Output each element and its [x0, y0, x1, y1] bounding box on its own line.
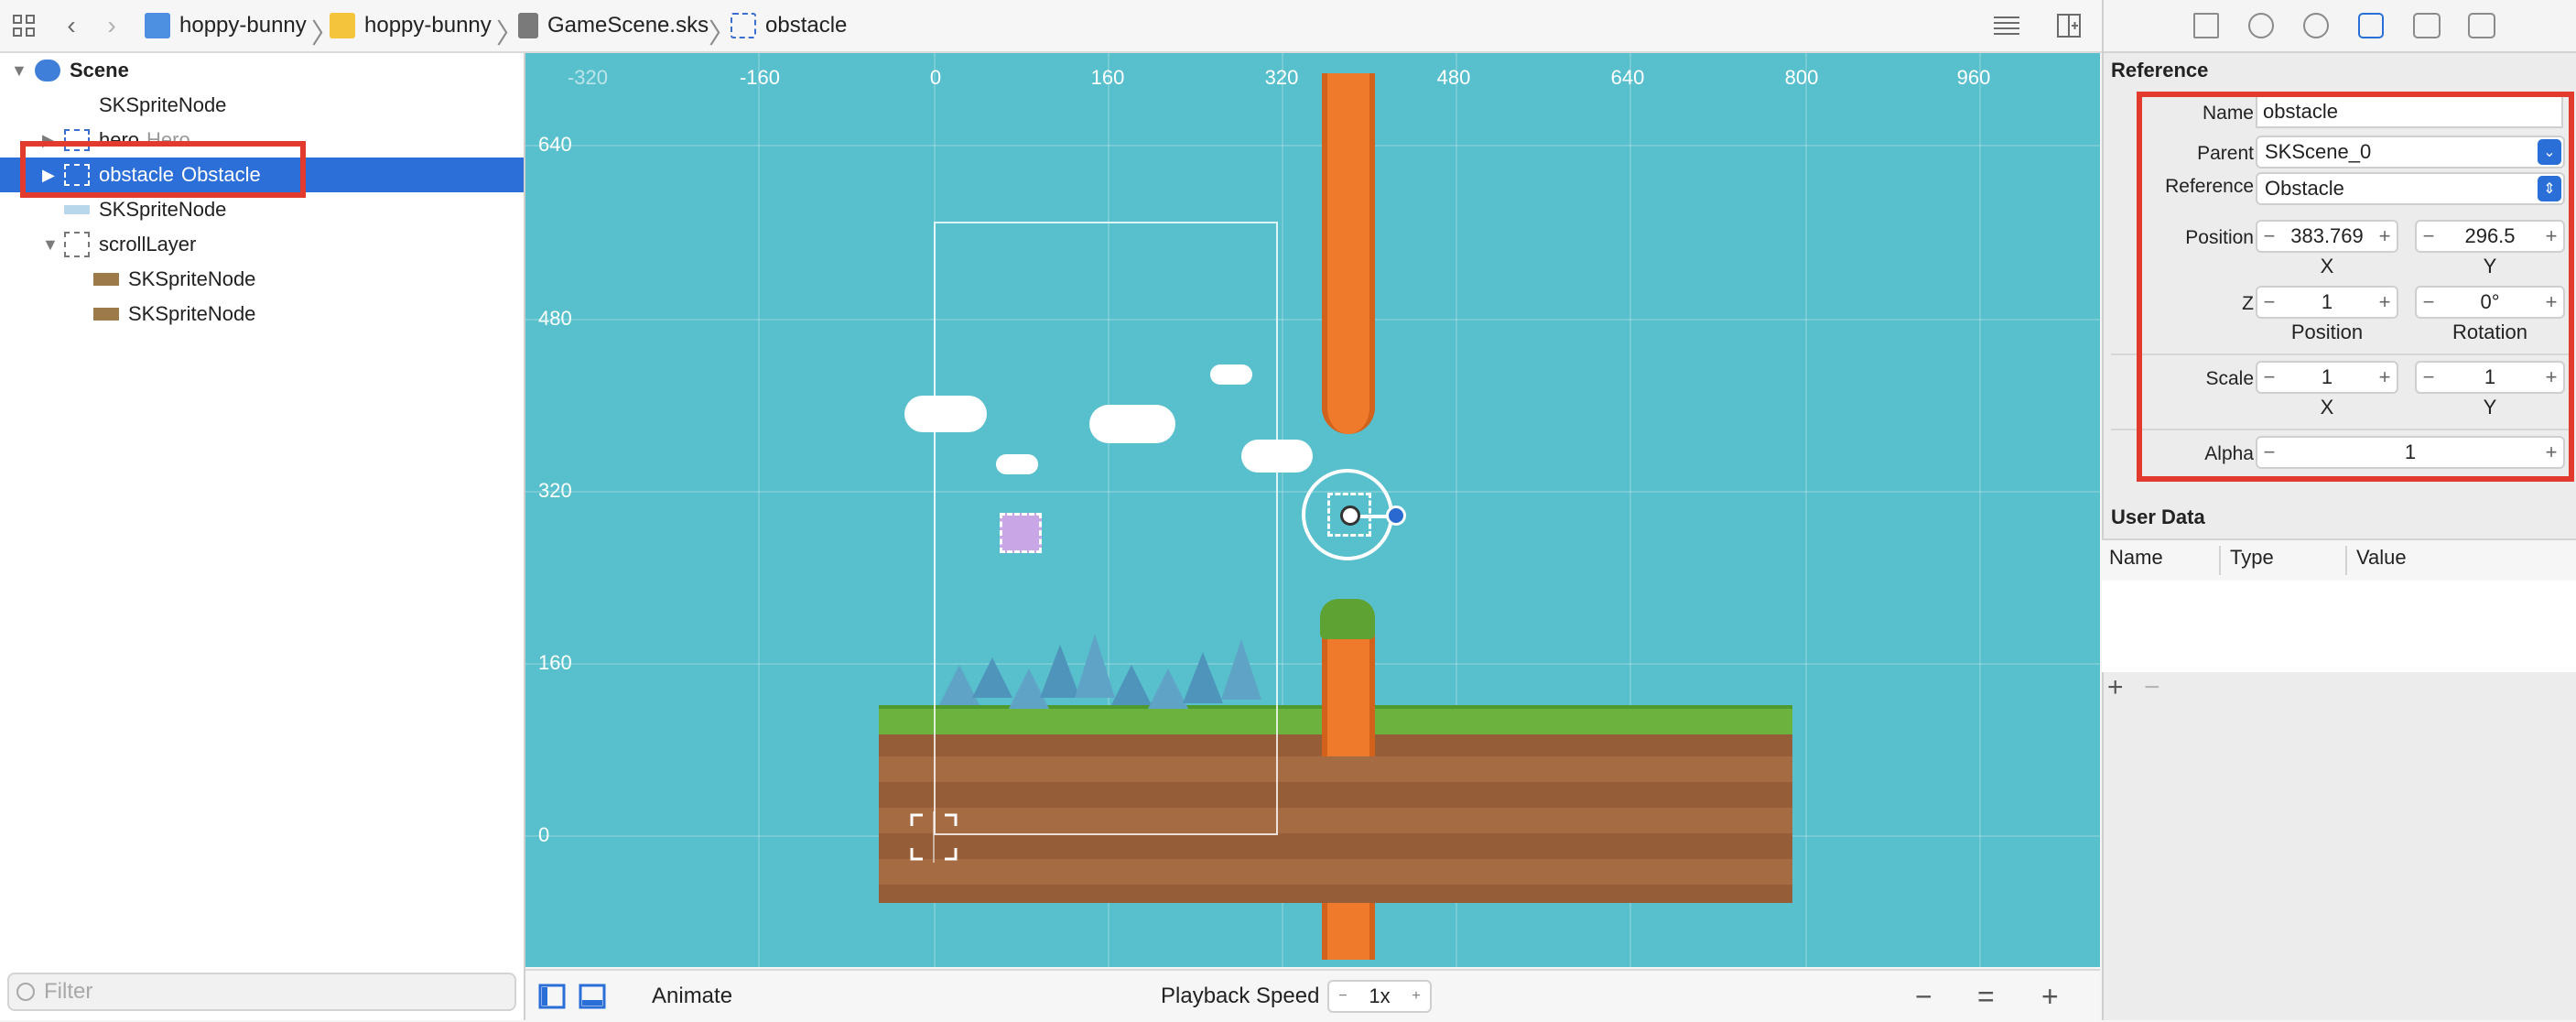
- add-editor-icon[interactable]: [2052, 9, 2085, 42]
- breadcrumb-label: hoppy-bunny: [364, 13, 492, 38]
- column-value[interactable]: Value: [2356, 546, 2407, 570]
- hero-sprite[interactable]: [1000, 513, 1042, 553]
- editor-options-icon[interactable]: [1988, 9, 2025, 42]
- x-tick-label: -160: [739, 66, 781, 89]
- toggle-navigator-icon[interactable]: [538, 971, 566, 1022]
- nav-item-scene[interactable]: ▼ Scene: [0, 53, 524, 88]
- scene-bottom-bar: Animate Playback Speed − 1x + − = +: [525, 969, 2100, 1022]
- zoom-fit-button[interactable]: =: [1977, 971, 1995, 1022]
- attributes-inspector-icon[interactable]: [2358, 13, 2384, 38]
- breadcrumb-label: obstacle: [765, 13, 848, 38]
- animate-button[interactable]: Animate: [652, 971, 732, 1022]
- x-tick-label: 480: [1436, 66, 1471, 89]
- filter-icon: [16, 983, 35, 1001]
- y-tick-label: 320: [538, 479, 572, 502]
- column-name[interactable]: Name: [2109, 546, 2163, 570]
- y-tick-label: 0: [538, 823, 550, 846]
- column-type[interactable]: Type: [2230, 546, 2274, 570]
- filter-placeholder: Filter: [44, 979, 93, 1004]
- history-icon[interactable]: [2248, 13, 2274, 38]
- playback-speed-value: 1x: [1369, 984, 1391, 1007]
- playback-speed-stepper[interactable]: − 1x +: [1327, 980, 1432, 1013]
- scene-icon: [35, 60, 60, 82]
- breadcrumb-file[interactable]: GameScene.sks: [518, 0, 709, 51]
- scene-canvas[interactable]: -320 -160 0 160 320 480 640 800 960 640 …: [525, 53, 2100, 967]
- nav-item-sprite[interactable]: SKSpriteNode: [0, 88, 524, 123]
- annotation-highlight: [20, 141, 306, 198]
- gizmo-center[interactable]: [1340, 506, 1360, 526]
- sprite-thumbnail-icon: [93, 308, 119, 321]
- carrot-bottom-sprite: [1322, 903, 1375, 960]
- x-tick-label: 160: [1090, 66, 1125, 89]
- scene-bounds: [934, 222, 1278, 835]
- user-data-table-header: Name Type Value: [2102, 538, 2576, 582]
- project-icon: [145, 13, 170, 38]
- breadcrumb-node[interactable]: obstacle: [731, 0, 847, 51]
- disclosure-open-icon[interactable]: ▼: [42, 235, 59, 255]
- custom-class-icon[interactable]: [2413, 13, 2441, 38]
- file-inspector-icon[interactable]: [2193, 13, 2219, 38]
- camera-icon: [910, 811, 958, 863]
- x-tick-label: 0: [929, 66, 942, 89]
- node-icon: [64, 232, 90, 257]
- breadcrumb-label: hoppy-bunny: [179, 13, 307, 38]
- forward-icon[interactable]: ›: [95, 9, 128, 42]
- disclosure-open-icon[interactable]: ▼: [11, 61, 27, 81]
- playback-speed-label: Playback Speed: [1161, 984, 1320, 1008]
- filter-field[interactable]: Filter: [7, 973, 516, 1011]
- nav-item-label: SKSpriteNode: [128, 267, 256, 290]
- y-tick-label: 480: [538, 307, 572, 330]
- increment-button[interactable]: +: [1402, 988, 1430, 1005]
- sprite-thumbnail-icon: [64, 205, 90, 214]
- reference-node-icon: [731, 13, 756, 38]
- x-tick-label: 800: [1784, 66, 1819, 89]
- y-tick-label: 640: [538, 133, 572, 156]
- nav-item-label: SKSpriteNode: [128, 302, 256, 325]
- gizmo-handle[interactable]: [1386, 506, 1406, 526]
- breadcrumb-folder[interactable]: hoppy-bunny: [330, 0, 492, 51]
- x-tick-label: -320: [567, 66, 609, 89]
- size-inspector-icon[interactable]: [2468, 13, 2495, 38]
- help-icon[interactable]: [2303, 13, 2329, 38]
- scene-file-icon: [518, 13, 538, 38]
- nav-item-label: Scene: [70, 59, 129, 82]
- grid-icon[interactable]: [7, 9, 40, 42]
- carrot-top-sprite[interactable]: [1322, 73, 1375, 434]
- user-data-table[interactable]: [2102, 581, 2576, 672]
- editor-toolbar: ‹ › hoppy-bunny 〉 hoppy-bunny 〉 GameScen…: [0, 0, 2102, 53]
- back-icon[interactable]: ‹: [55, 9, 88, 42]
- nav-item-label: SKSpriteNode: [99, 93, 227, 116]
- x-tick-label: 960: [1956, 66, 1991, 89]
- remove-user-data-button[interactable]: −: [2144, 672, 2160, 703]
- nav-item-label: scrollLayer: [99, 233, 197, 256]
- x-tick-label: 640: [1610, 66, 1645, 89]
- sprite-thumbnail-icon: [93, 273, 119, 286]
- nav-item-sprite[interactable]: SKSpriteNode: [0, 297, 524, 332]
- nav-item-label: SKSpriteNode: [99, 198, 227, 221]
- breadcrumb-project[interactable]: hoppy-bunny: [145, 0, 307, 51]
- annotation-highlight: [2137, 92, 2574, 482]
- scene-navigator: ▼ Scene SKSpriteNode ▶ hero Hero ▶ obstac…: [0, 53, 525, 1020]
- decrement-button[interactable]: −: [1329, 988, 1357, 1005]
- user-data-title: User Data: [2111, 506, 2205, 528]
- folder-icon: [330, 13, 355, 38]
- y-tick-label: 160: [538, 651, 572, 674]
- zoom-out-button[interactable]: −: [1915, 971, 1932, 1022]
- section-title: Reference: [2111, 59, 2209, 82]
- nav-item-sprite[interactable]: SKSpriteNode: [0, 262, 524, 297]
- inspector-tabs: [2104, 0, 2576, 53]
- toggle-action-editor-icon[interactable]: [579, 971, 606, 1022]
- carrot-leaves: [1320, 599, 1375, 639]
- nav-item-scrolllayer[interactable]: ▼ scrollLayer: [0, 227, 524, 262]
- x-tick-label: 320: [1264, 66, 1299, 89]
- add-user-data-button[interactable]: +: [2107, 672, 2124, 703]
- carrot-bottom-sprite[interactable]: [1322, 632, 1375, 756]
- zoom-in-button[interactable]: +: [2041, 971, 2059, 1022]
- breadcrumb-label: GameScene.sks: [547, 13, 709, 38]
